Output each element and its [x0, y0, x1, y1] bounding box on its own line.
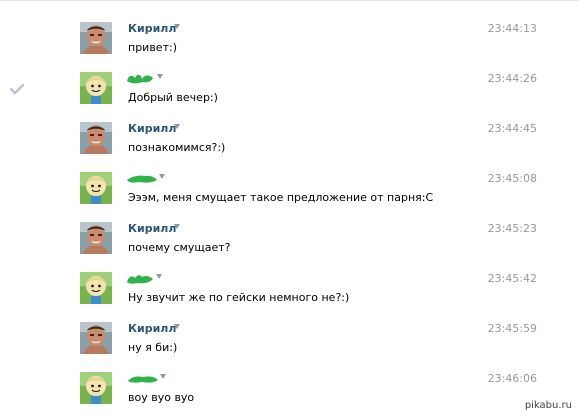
censored-name-mark	[127, 175, 157, 183]
message-text: Добрый вечер:)	[128, 91, 218, 104]
author-label: Кирилл	[128, 122, 177, 135]
message-text: ну я би:)	[128, 341, 178, 354]
censored-name-mark	[127, 74, 153, 84]
author-label: Кирилл	[128, 222, 177, 235]
author-label: Кирилл	[128, 322, 177, 335]
message-row: Кирилл 23:44:45 познакомимся?:)	[0, 122, 579, 168]
author-label: Кирилл	[128, 22, 177, 35]
avatar[interactable]	[80, 22, 112, 54]
avatar[interactable]	[80, 372, 112, 404]
message-text: Ну звучит же по гейски немного не?:)	[128, 291, 350, 304]
header-divider	[0, 0, 579, 1]
triangle-down-icon[interactable]	[157, 74, 163, 79]
avatar[interactable]	[80, 222, 112, 254]
triangle-down-icon[interactable]	[174, 324, 180, 329]
message-text: почему смущает?	[128, 241, 231, 254]
message-time[interactable]: 23:45:08	[488, 172, 537, 186]
message-time[interactable]: 23:45:23	[488, 222, 537, 236]
author-name[interactable]: Кирилл	[128, 122, 180, 136]
avatar[interactable]	[80, 172, 112, 204]
avatar[interactable]	[80, 272, 112, 304]
message-row: Кирилл 23:45:23 почему смущает?	[0, 222, 579, 268]
message-time[interactable]: 23:44:13	[488, 22, 537, 36]
author-name[interactable]: Кирилл	[128, 22, 180, 36]
triangle-down-icon[interactable]	[156, 274, 162, 279]
message-time[interactable]: 23:45:42	[488, 272, 537, 286]
message-row: 23:44:26 Добрый вечер:)	[0, 72, 579, 118]
message-row: Кирилл 23:44:13 привет:)	[0, 22, 579, 68]
message-time[interactable]: 23:45:59	[488, 322, 537, 336]
message-text: Эээм, меня смущает такое предложение от …	[128, 191, 434, 204]
avatar[interactable]	[80, 72, 112, 104]
triangle-down-icon[interactable]	[174, 24, 180, 29]
message-text: воу вуо вуо	[128, 391, 195, 404]
message-row: Кирилл 23:45:59 ну я би:)	[0, 322, 579, 368]
message-time[interactable]: 23:46:06	[488, 372, 537, 386]
triangle-down-icon[interactable]	[174, 124, 180, 129]
message-text: привет:)	[128, 41, 177, 54]
checkmark-icon[interactable]	[9, 83, 25, 98]
message-time[interactable]: 23:44:26	[488, 72, 537, 86]
triangle-down-icon[interactable]	[159, 174, 165, 179]
avatar[interactable]	[80, 122, 112, 154]
message-row: 23:45:42 Ну звучит же по гейски немного …	[0, 272, 579, 318]
triangle-down-icon[interactable]	[160, 374, 166, 379]
message-row: 23:46:06 воу вуо вуо	[0, 372, 579, 418]
censored-name-mark	[127, 275, 153, 284]
watermark: pikabu.ru	[520, 399, 576, 413]
triangle-down-icon[interactable]	[174, 224, 180, 229]
avatar[interactable]	[80, 322, 112, 354]
censored-name-mark	[128, 376, 158, 383]
author-name[interactable]: Кирилл	[128, 322, 180, 336]
message-row: 23:45:08 Эээм, меня смущает такое предло…	[0, 172, 579, 218]
message-time[interactable]: 23:44:45	[488, 122, 537, 136]
message-text: познакомимся?:)	[128, 141, 226, 154]
author-name[interactable]: Кирилл	[128, 222, 180, 236]
